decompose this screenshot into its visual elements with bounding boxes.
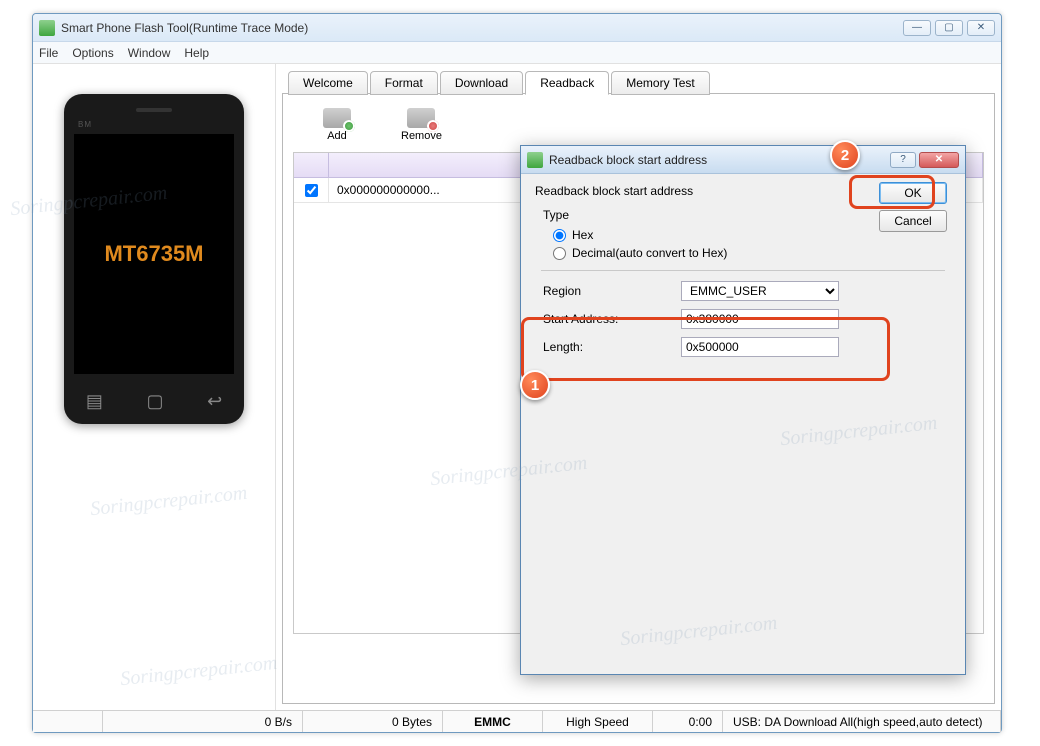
- phone-mock: BM MT6735M ▤ ▢ ↩: [64, 94, 244, 424]
- region-label: Region: [543, 284, 673, 298]
- remove-icon: [407, 108, 435, 128]
- phone-earpiece: [136, 108, 172, 112]
- titlebar: Smart Phone Flash Tool(Runtime Trace Mod…: [33, 14, 1001, 42]
- menu-icon: ▤: [86, 391, 103, 412]
- cancel-button[interactable]: Cancel: [879, 210, 947, 232]
- radio-decimal-label: Decimal(auto convert to Hex): [572, 246, 727, 260]
- phone-chip-label: MT6735M: [104, 241, 203, 267]
- status-rate: 0 B/s: [103, 711, 303, 732]
- menu-window[interactable]: Window: [128, 46, 171, 60]
- status-time: 0:00: [653, 711, 723, 732]
- status-bytes: 0 Bytes: [303, 711, 443, 732]
- dialog-separator: [541, 270, 945, 271]
- radio-dec-row: Decimal(auto convert to Hex): [553, 246, 951, 260]
- add-label: Add: [327, 130, 347, 142]
- tab-readback[interactable]: Readback: [525, 71, 609, 95]
- start-address-input[interactable]: [681, 309, 839, 329]
- row-check-cell: [294, 178, 329, 203]
- dialog-window-controls: ? ✕: [890, 152, 959, 168]
- tab-memory-test[interactable]: Memory Test: [611, 71, 709, 95]
- phone-brand: BM: [78, 120, 92, 129]
- annotation-badge-1: 1: [520, 370, 550, 400]
- region-select[interactable]: EMMC_USER: [681, 281, 839, 301]
- home-icon: ▢: [146, 391, 163, 412]
- readback-dialog: Readback block start address ? ✕ OK Canc…: [520, 145, 966, 675]
- dialog-help-button[interactable]: ?: [890, 152, 916, 168]
- status-speed: High Speed: [543, 711, 653, 732]
- statusbar: 0 B/s 0 Bytes EMMC High Speed 0:00 USB: …: [33, 710, 1001, 732]
- row-checkbox[interactable]: [305, 184, 318, 197]
- back-icon: ↩: [207, 391, 222, 412]
- tab-welcome[interactable]: Welcome: [288, 71, 368, 95]
- region-row: Region EMMC_USER: [543, 281, 951, 301]
- radio-hex[interactable]: [553, 229, 566, 242]
- length-input[interactable]: [681, 337, 839, 357]
- close-button[interactable]: ✕: [967, 20, 995, 36]
- status-storage: EMMC: [443, 711, 543, 732]
- start-label: Start Address:: [543, 312, 673, 326]
- menubar: File Options Window Help: [33, 42, 1001, 64]
- dialog-close-button[interactable]: ✕: [919, 152, 959, 168]
- remove-label: Remove: [401, 130, 442, 142]
- dialog-titlebar: Readback block start address ? ✕: [521, 146, 965, 174]
- tabs: Welcome Format Download Readback Memory …: [282, 70, 995, 94]
- dialog-body: OK Cancel Readback block start address T…: [521, 174, 965, 375]
- menu-help[interactable]: Help: [184, 46, 209, 60]
- ok-button[interactable]: OK: [879, 182, 947, 204]
- left-pane: BM MT6735M ▤ ▢ ↩: [33, 64, 275, 710]
- phone-navbar: ▤ ▢ ↩: [64, 391, 244, 412]
- status-usb: USB: DA Download All(high speed,auto det…: [723, 711, 1001, 732]
- app-icon: [39, 20, 55, 36]
- radio-hex-label: Hex: [572, 228, 593, 242]
- minimize-button[interactable]: —: [903, 20, 931, 36]
- maximize-button[interactable]: ▢: [935, 20, 963, 36]
- status-empty: [33, 711, 103, 732]
- add-button[interactable]: Add: [323, 108, 351, 142]
- add-icon: [323, 108, 351, 128]
- remove-button[interactable]: Remove: [401, 108, 442, 142]
- grid-header-check: [294, 153, 329, 177]
- window-controls: — ▢ ✕: [903, 20, 995, 36]
- length-label: Length:: [543, 340, 673, 354]
- start-row: Start Address:: [543, 309, 951, 329]
- tab-download[interactable]: Download: [440, 71, 523, 95]
- dialog-buttons: OK Cancel: [879, 182, 947, 232]
- window-title: Smart Phone Flash Tool(Runtime Trace Mod…: [61, 21, 903, 35]
- dialog-app-icon: [527, 152, 543, 168]
- phone-screen: MT6735M: [74, 134, 234, 374]
- tab-format[interactable]: Format: [370, 71, 438, 95]
- annotation-badge-2: 2: [830, 140, 860, 170]
- menu-file[interactable]: File: [39, 46, 58, 60]
- length-row: Length:: [543, 337, 951, 357]
- menu-options[interactable]: Options: [72, 46, 113, 60]
- radio-decimal[interactable]: [553, 247, 566, 260]
